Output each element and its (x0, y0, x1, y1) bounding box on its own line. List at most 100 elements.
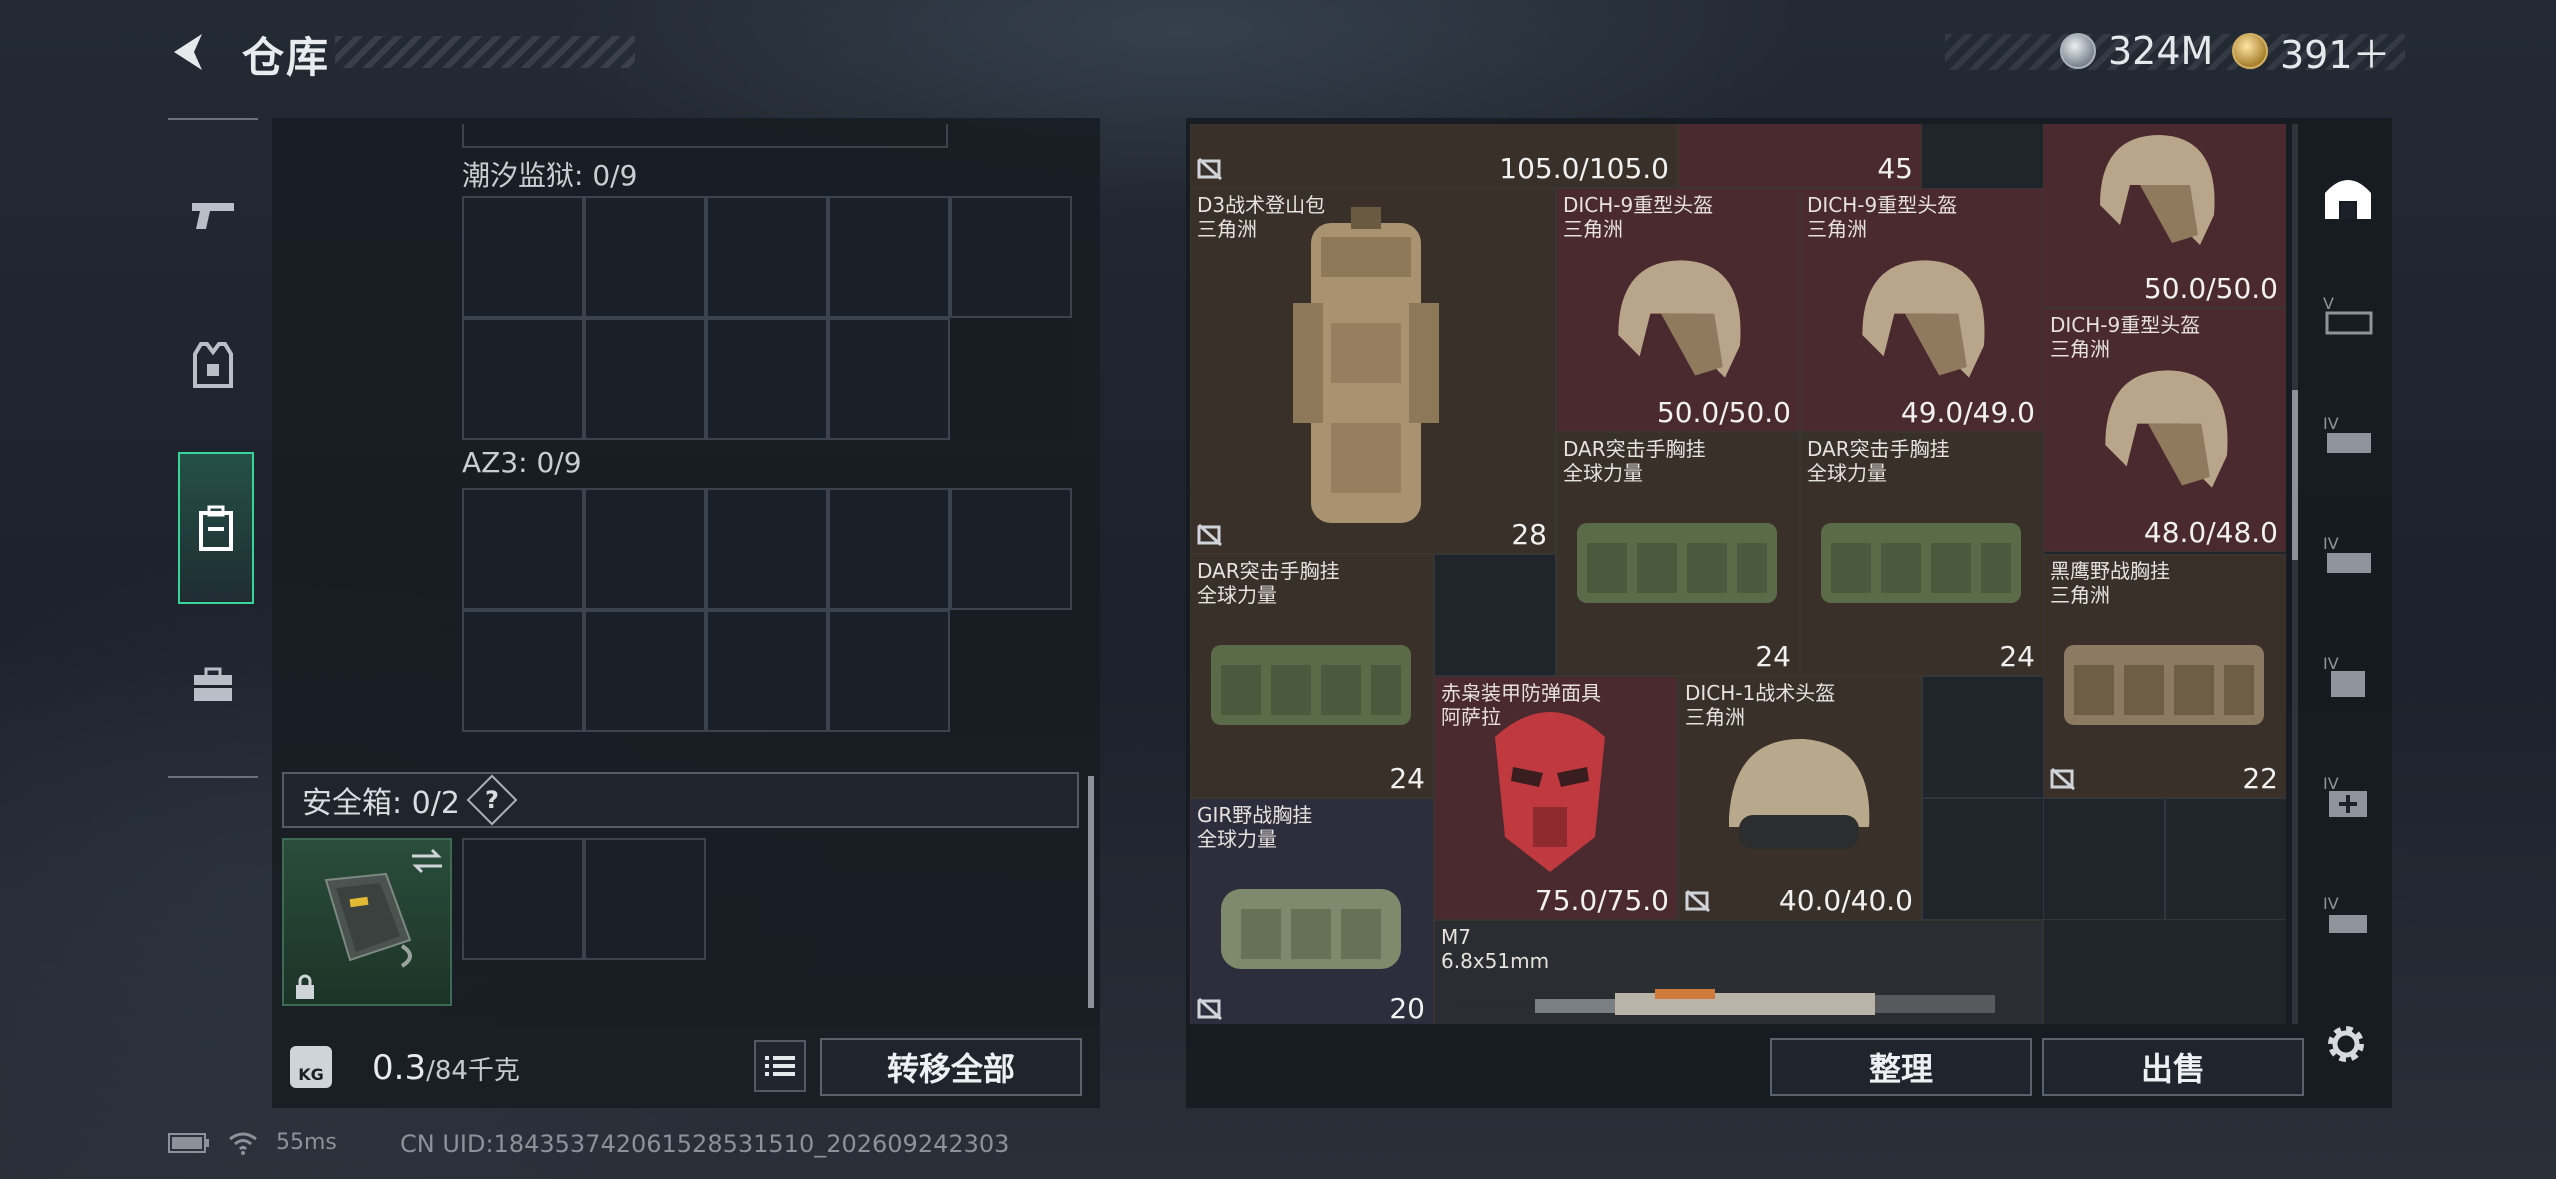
empty-slot[interactable] (1434, 554, 1556, 676)
item-mask[interactable]: 赤枭装甲防弹面具 阿萨拉 75.0/75.0 (1434, 676, 1678, 920)
ping-readout: 55ms (276, 1130, 337, 1155)
grid-slot[interactable] (828, 196, 950, 318)
item-title: DAR突击手胸挂 (1563, 437, 1706, 461)
backpack-icon (199, 505, 233, 551)
no-insure-icon (1197, 157, 1223, 181)
help-button[interactable]: ? (466, 774, 518, 826)
filter-tier-v[interactable]: V (2316, 284, 2380, 348)
settings-gear-icon[interactable] (2322, 1020, 2370, 1068)
gold-currency[interactable]: 391＋ (2232, 28, 2391, 77)
list-view-button[interactable] (754, 1040, 806, 1092)
item-title: GIR野战胸挂 (1197, 803, 1313, 827)
grid-slot[interactable] (828, 610, 950, 732)
item-rig-dar-1[interactable]: DAR突击手胸挂 全球力量 24 (1556, 432, 1800, 676)
item-rig-blackhawk[interactable]: 黑鹰野战胸挂 三角洲 22 (2043, 554, 2286, 798)
grid-slot[interactable] (950, 196, 1072, 318)
item-helmet-top-right[interactable]: 50.0/50.0 (2043, 124, 2286, 308)
tool-filter-icon: IV (2323, 534, 2371, 573)
empty-slot[interactable] (2043, 798, 2165, 920)
safebox-case[interactable] (282, 838, 452, 1006)
grid-slot[interactable] (706, 488, 828, 610)
item-durability: 75.0/75.0 (1534, 884, 1669, 917)
transfer-all-button[interactable]: 转移全部 (820, 1038, 1082, 1096)
silver-coin-icon (2060, 33, 2096, 69)
item-count: 20 (1389, 992, 1425, 1024)
item-count: 22 (2242, 762, 2278, 795)
item-rig-dar-3[interactable]: DAR突击手胸挂 全球力量 24 (1190, 554, 1434, 798)
filter-tier-iv-3[interactable]: IV (2316, 644, 2380, 708)
nav-backpack[interactable] (178, 452, 254, 604)
rig-illustration (2064, 645, 2264, 725)
svg-text:V: V (2323, 294, 2334, 313)
item-rig-gir[interactable]: GIR野战胸挂 全球力量 20 (1190, 798, 1434, 1024)
safebox-grid (462, 838, 706, 960)
grid-slot[interactable] (584, 610, 706, 732)
empty-slot[interactable] (2165, 798, 2286, 920)
nav-equipment[interactable] (178, 330, 248, 400)
grid-slot[interactable] (828, 318, 950, 440)
item-top-left[interactable]: 105.0/105.0 (1190, 124, 1678, 188)
grid-slot[interactable] (462, 318, 584, 440)
filter-tier-iv-5[interactable]: IV (2316, 884, 2380, 948)
weight-value: 0.3 (372, 1048, 427, 1088)
title-decoration (335, 36, 635, 68)
stash-scrollbar-thumb[interactable] (2292, 390, 2298, 560)
grid-slot[interactable] (462, 838, 584, 960)
item-helmet-2[interactable]: DICH-9重型头盔 三角洲 49.0/49.0 (1800, 188, 2044, 432)
filter-tier-iv-1[interactable]: IV (2316, 404, 2380, 468)
ammo-filter-icon: IV (2323, 894, 2367, 933)
item-rig-dar-2[interactable]: DAR突击手胸挂 全球力量 24 (1800, 432, 2044, 676)
grid-slot[interactable] (462, 196, 584, 318)
sell-button[interactable]: 出售 (2042, 1038, 2304, 1096)
item-helmet-3[interactable]: DICH-9重型头盔 三角洲 48.0/48.0 (2043, 308, 2286, 552)
filter-tier-iv-2[interactable]: IV (2316, 524, 2380, 588)
sort-button[interactable]: 整理 (1770, 1038, 2032, 1096)
wifi-icon (229, 1132, 257, 1155)
empty-slot[interactable] (1922, 676, 2044, 798)
filter-all[interactable] (2316, 164, 2380, 228)
nav-weapons[interactable] (178, 180, 248, 250)
item-brand: 全球力量 (1563, 461, 1643, 485)
item-helmet-1[interactable]: DICH-9重型头盔 三角洲 50.0/50.0 (1556, 188, 1800, 432)
grid-slot[interactable] (462, 488, 584, 610)
item-brand: 全球力量 (1807, 461, 1887, 485)
weight-icon: KG (290, 1046, 332, 1088)
item-name: 黑鹰野战胸挂 三角洲 (2050, 559, 2170, 607)
item-name: GIR野战胸挂 全球力量 (1197, 803, 1312, 851)
silver-currency[interactable]: 324M (2060, 28, 2213, 74)
grid-slot[interactable] (584, 318, 706, 440)
svg-text:IV: IV (2323, 414, 2339, 433)
item-count: 45 (1877, 152, 1913, 185)
no-insure-icon (2050, 767, 2076, 791)
grid-slot[interactable] (950, 488, 1072, 610)
item-brand: 全球力量 (1197, 827, 1277, 851)
section-label-az3: AZ3: 0/9 (462, 446, 582, 479)
item-backpack-d3[interactable]: D3战术登山包 三角洲 28 (1190, 188, 1556, 554)
swap-icon[interactable] (410, 848, 444, 874)
grid-slot[interactable] (462, 610, 584, 732)
list-icon (765, 1056, 795, 1076)
back-arrow-icon[interactable] (168, 30, 212, 74)
grid-slot[interactable] (584, 838, 706, 960)
item-title: M7 (1441, 925, 1471, 949)
item-top-mid[interactable]: 45 (1678, 124, 1922, 188)
rifle-filter-icon: V (2323, 294, 2373, 335)
page-title: 仓库 (242, 33, 331, 82)
grid-slot[interactable] (706, 610, 828, 732)
grid-slot[interactable] (706, 196, 828, 318)
filter-tier-iv-4[interactable]: IV (2316, 764, 2380, 828)
grid-slot[interactable] (828, 488, 950, 610)
item-helmet-dich1[interactable]: DICH-1战术头盔 三角洲 40.0/40.0 (1678, 676, 1922, 920)
empty-slot[interactable] (1922, 798, 2044, 920)
grid-slot[interactable] (706, 318, 828, 440)
left-nav (168, 118, 258, 778)
left-scrollbar[interactable] (1088, 776, 1094, 1008)
file-filter-icon: IV (2323, 654, 2365, 697)
item-count: 28 (1511, 518, 1547, 551)
grid-slot[interactable] (584, 488, 706, 610)
nav-toolbox[interactable] (178, 650, 248, 720)
grid-slot[interactable] (584, 196, 706, 318)
item-rifle-m7[interactable]: M7 6.8x51mm (1434, 920, 2044, 1024)
item-name: DAR突击手胸挂 全球力量 (1563, 437, 1706, 485)
helmet-illustration (2105, 370, 2228, 488)
